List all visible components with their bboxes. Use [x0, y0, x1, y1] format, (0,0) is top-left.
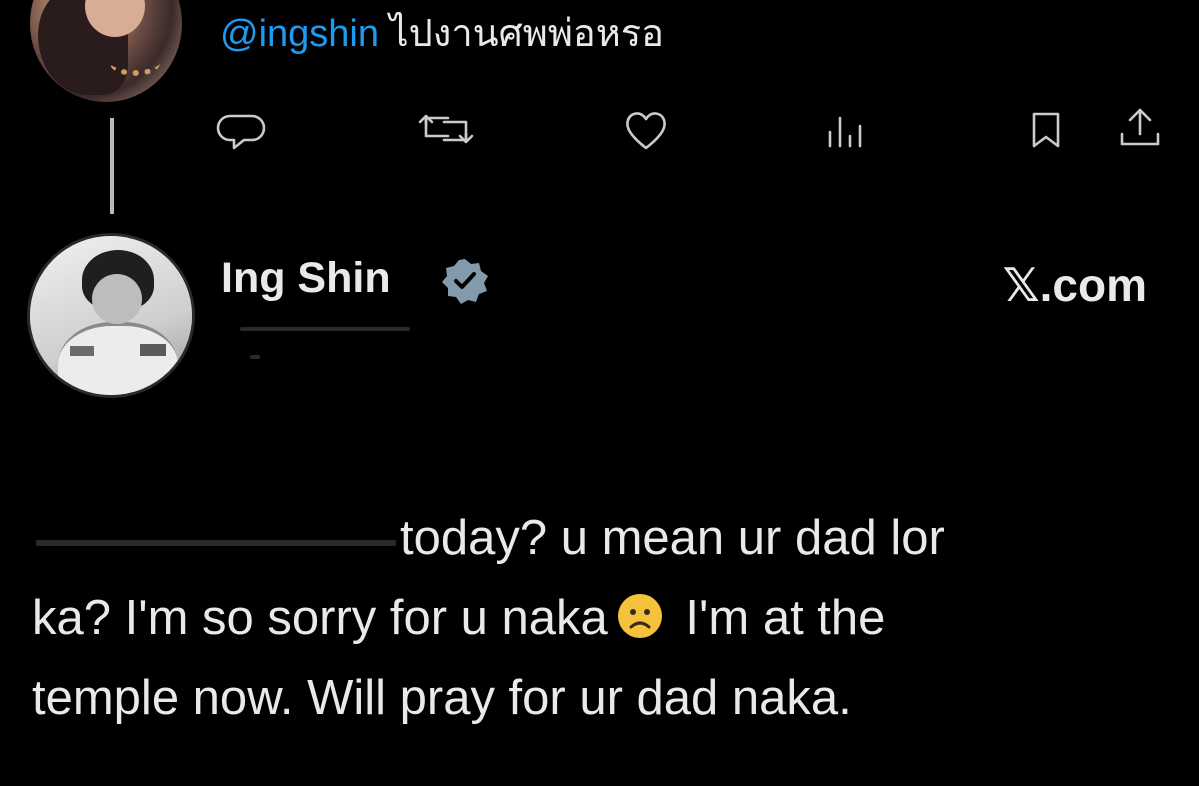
redacted-handle: [240, 327, 410, 331]
verified-badge-icon: [442, 259, 488, 304]
author-name[interactable]: Ing Shin: [221, 254, 391, 303]
thread-connector-line: [110, 118, 114, 214]
avatar-uniform: [58, 322, 178, 395]
avatar-face: [92, 274, 142, 324]
reply-tweet-text: @ingshin ไปงานศพพ่อหรอ: [220, 12, 664, 58]
avatar-medal: [70, 346, 94, 356]
repost-icon[interactable]: [416, 108, 476, 150]
heart-icon[interactable]: [622, 108, 670, 152]
avatar-necklace: [110, 50, 160, 76]
replier-avatar[interactable]: [30, 0, 182, 102]
bookmark-icon[interactable]: [1026, 108, 1066, 152]
avatar-medal: [140, 344, 166, 356]
author-avatar[interactable]: [27, 233, 195, 398]
mention-link[interactable]: @ingshin: [220, 13, 379, 55]
redacted-mark: [250, 355, 260, 359]
frowning-face-emoji-icon: [617, 594, 662, 638]
source-watermark: 𝕏.com: [1002, 259, 1147, 311]
tweet-line: ka? I'm so sorry for u naka I'm at the: [32, 591, 886, 645]
share-icon[interactable]: [1116, 104, 1164, 152]
views-icon[interactable]: [824, 108, 868, 152]
reply-body: ไปงานศพพ่อหรอ: [379, 13, 664, 55]
reply-icon[interactable]: [216, 106, 268, 152]
tweet-line: today? u mean ur dad lor: [400, 511, 945, 565]
tweet-line: temple now. Will pray for ur dad naka.: [32, 671, 852, 725]
tweet-body: today? u mean ur dad lor ka? I'm so sorr…: [32, 498, 1152, 738]
